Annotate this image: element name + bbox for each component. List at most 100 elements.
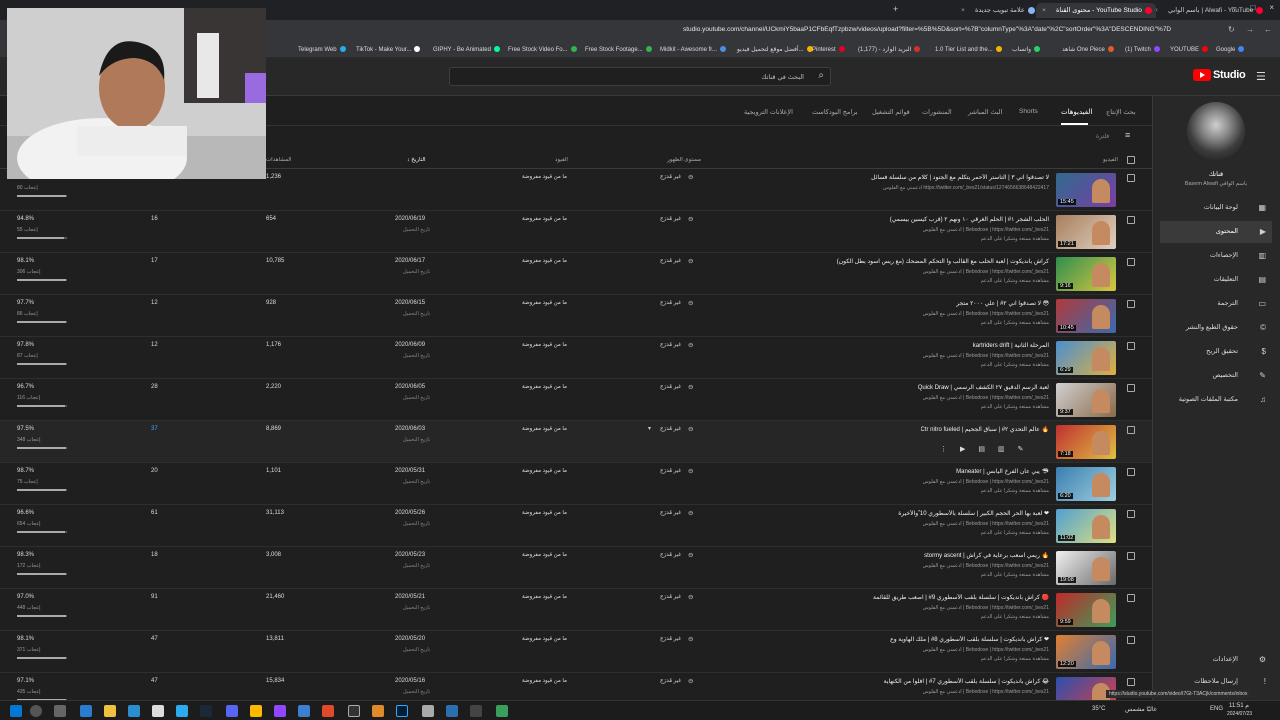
video-thumbnail[interactable]: 9:59: [1056, 593, 1116, 627]
row-checkbox[interactable]: [1127, 384, 1135, 392]
bookmark-item[interactable]: شاهد One Piece: [1062, 46, 1114, 53]
sidebar-item-dashboard[interactable]: لوحة البيانات ▦: [1160, 197, 1272, 219]
tab-promotions[interactable]: الإعلانات الترويجية: [744, 108, 793, 116]
video-title[interactable]: Maneater | يبي عان الفرخ اليابس 🦈: [956, 468, 1049, 475]
table-row[interactable]: 12:20 كراش بانديكوت | سلسلة بلقب الأسطوري…: [0, 631, 1152, 673]
app-icon[interactable]: [250, 705, 262, 717]
url-field[interactable]: studio.youtube.com/channel/UCkmiY5baaP1C…: [683, 26, 1171, 33]
filter-icon[interactable]: ≡: [1125, 130, 1130, 140]
visibility-status[interactable]: غير مُدرَج: [660, 426, 681, 432]
edge-icon[interactable]: [80, 705, 92, 717]
table-row[interactable]: 6:29 kartriders drift | المرحلة الثانية اد…: [0, 337, 1152, 379]
browser-tab-new[interactable]: × علامة تبويب جديدة: [955, 3, 1039, 18]
windows-start-icon[interactable]: [10, 705, 22, 717]
sidebar-item-content[interactable]: المحتوى ▶: [1160, 221, 1272, 243]
table-row[interactable]: 9:59 كراش بانديكوت | سلسلة بلقب الأسطوري …: [0, 589, 1152, 631]
sidebar-item-copyright[interactable]: حقوق الطبع والنشر ©: [1160, 317, 1272, 339]
visibility-status[interactable]: غير مُدرَج: [660, 552, 681, 558]
app-icon[interactable]: [422, 705, 434, 717]
row-checkbox[interactable]: [1127, 552, 1135, 560]
table-row[interactable]: 17:21 الحلب الشجر ١# | الحلم الغرقي ١٠ ون…: [0, 211, 1152, 253]
back-icon[interactable]: ←: [1264, 25, 1272, 34]
row-checkbox[interactable]: [1127, 300, 1135, 308]
app-icon[interactable]: [446, 705, 458, 717]
video-comments[interactable]: 12: [151, 342, 158, 348]
visibility-status[interactable]: غير مُدرَج: [660, 636, 681, 642]
video-comments[interactable]: 61: [151, 510, 158, 516]
discord-icon[interactable]: [226, 705, 238, 717]
table-row[interactable]: 11:02 لعبة بها الحر الحجم الكبير | سلسلة …: [0, 505, 1152, 547]
video-title[interactable]: لعبة بها الحر الحجم الكبير | سلسلة بالأس…: [898, 510, 1049, 517]
video-title[interactable]: الحلب الشجر ١# | الحلم الغرقي ١٠ ونهم ٢ …: [890, 216, 1049, 223]
outlook-icon[interactable]: [128, 705, 140, 717]
menu-icon[interactable]: ☰: [1256, 70, 1266, 83]
visibility-dropdown-icon[interactable]: ▾: [648, 425, 651, 432]
tab-inspiration[interactable]: بحث الإنتاج: [1106, 108, 1136, 116]
sidebar-item-analytics[interactable]: الإحصاءات ▥: [1160, 245, 1272, 267]
weather-temp[interactable]: 35°C: [1092, 706, 1105, 712]
filter-label[interactable]: فلترة: [1096, 133, 1109, 140]
table-row[interactable]: 10:45 لا تصدقوا اني ٢# | علي ٢٠٠٠ متجر 😳 ا…: [0, 295, 1152, 337]
analytics-icon[interactable]: ▥: [998, 445, 1005, 453]
photoshop-icon[interactable]: [396, 705, 408, 717]
telegram-icon[interactable]: [176, 705, 188, 717]
sidebar-item-subtitles[interactable]: الترجمة ▭: [1160, 293, 1272, 315]
steam-icon[interactable]: [200, 705, 212, 717]
obs-icon[interactable]: [348, 705, 360, 717]
video-thumbnail[interactable]: 6:20: [1056, 467, 1116, 501]
video-comments[interactable]: 28: [151, 384, 158, 390]
video-title[interactable]: لا تصدقوا اني ٣ | التاستر الأحمر يتكلم م…: [871, 174, 1049, 181]
video-title[interactable]: لا تصدقوا اني ٢# | علي ٢٠٠٠ متجر 😳: [956, 300, 1049, 307]
video-thumbnail[interactable]: 9:37: [1056, 383, 1116, 417]
close-tab-icon[interactable]: ×: [961, 3, 965, 18]
video-title[interactable]: كراش بانديكوت | سلسلة بلقب الأسطوري 7# |…: [884, 678, 1049, 685]
bookmark-item[interactable]: البريد الوارد - (1,177): [858, 46, 921, 53]
tab-posts[interactable]: المنشورات: [922, 108, 952, 116]
tab-shorts[interactable]: Shorts: [1019, 108, 1038, 115]
input-language[interactable]: ENG: [1210, 706, 1223, 712]
video-comments[interactable]: 20: [151, 468, 158, 474]
row-checkbox[interactable]: [1127, 216, 1135, 224]
bookmark-item[interactable]: Telegram Web: [298, 46, 346, 53]
store-icon[interactable]: [152, 705, 164, 717]
reload-icon[interactable]: ↻: [1228, 25, 1235, 34]
close-window-icon[interactable]: ×: [1269, 3, 1274, 12]
row-checkbox[interactable]: [1127, 342, 1135, 350]
channel-avatar[interactable]: [1187, 102, 1245, 160]
visibility-status[interactable]: غير مُدرَج: [660, 384, 681, 390]
edit-icon[interactable]: ✎: [1018, 445, 1024, 453]
video-title[interactable]: كراش بانديكوت | سلسلة بلقب الأسطوري 8# |…: [890, 636, 1049, 643]
bookmark-item[interactable]: TikTok - Make Your...: [356, 46, 421, 53]
search-icon[interactable]: [30, 705, 42, 717]
video-comments[interactable]: 17: [151, 258, 158, 264]
forward-icon[interactable]: →: [1246, 25, 1254, 34]
video-title[interactable]: kartriders drift | المرحلة الثانية: [973, 342, 1049, 349]
visibility-status[interactable]: غير مُدرَج: [660, 678, 681, 684]
visibility-status[interactable]: غير مُدرَج: [660, 174, 681, 180]
task-view-icon[interactable]: [54, 705, 66, 717]
bookmark-item[interactable]: YOUTUBE: [1170, 46, 1209, 53]
bookmark-item[interactable]: GIPHY - Be Animated: [433, 46, 500, 53]
visibility-status[interactable]: غير مُدرَج: [660, 258, 681, 264]
video-title[interactable]: Quick Draw | لعبة الرسم الدقيق ٢٧ الكشف …: [918, 384, 1049, 391]
minimize-icon[interactable]: –: [1232, 3, 1236, 12]
video-thumbnail[interactable]: 9:16: [1056, 257, 1116, 291]
bookmark-item[interactable]: واتساب: [1012, 46, 1041, 53]
table-row[interactable]: 9:37 Quick Draw | لعبة الرسم الدقيق ٢٧ ال…: [0, 379, 1152, 421]
table-row[interactable]: 7:18 Ctr nitro fueled | عالم التحدي ٢# | …: [0, 421, 1152, 463]
tab-podcasts[interactable]: برامج البودكاست: [812, 108, 858, 116]
bookmark-item[interactable]: Google: [1216, 46, 1245, 53]
visibility-status[interactable]: غير مُدرَج: [660, 468, 681, 474]
sidebar-item-audio-library[interactable]: مكتبة الملفات الصوتية ♫: [1160, 389, 1272, 411]
video-thumbnail[interactable]: 19:08: [1056, 551, 1116, 585]
visibility-status[interactable]: غير مُدرَج: [660, 594, 681, 600]
bookmark-item[interactable]: أفضل موقع لتحميل فيديو...: [737, 46, 813, 53]
sidebar-item-comments[interactable]: التعليقات ▤: [1160, 269, 1272, 291]
twitch-icon[interactable]: [274, 705, 286, 717]
column-header-date[interactable]: ↓ التاريخ: [407, 157, 426, 163]
visibility-status[interactable]: غير مُدرَج: [660, 342, 681, 348]
row-checkbox[interactable]: [1127, 510, 1135, 518]
video-thumbnail[interactable]: 10:45: [1056, 299, 1116, 333]
youtube-play-icon[interactable]: ▶: [960, 445, 965, 453]
new-tab-icon[interactable]: +: [893, 4, 898, 14]
